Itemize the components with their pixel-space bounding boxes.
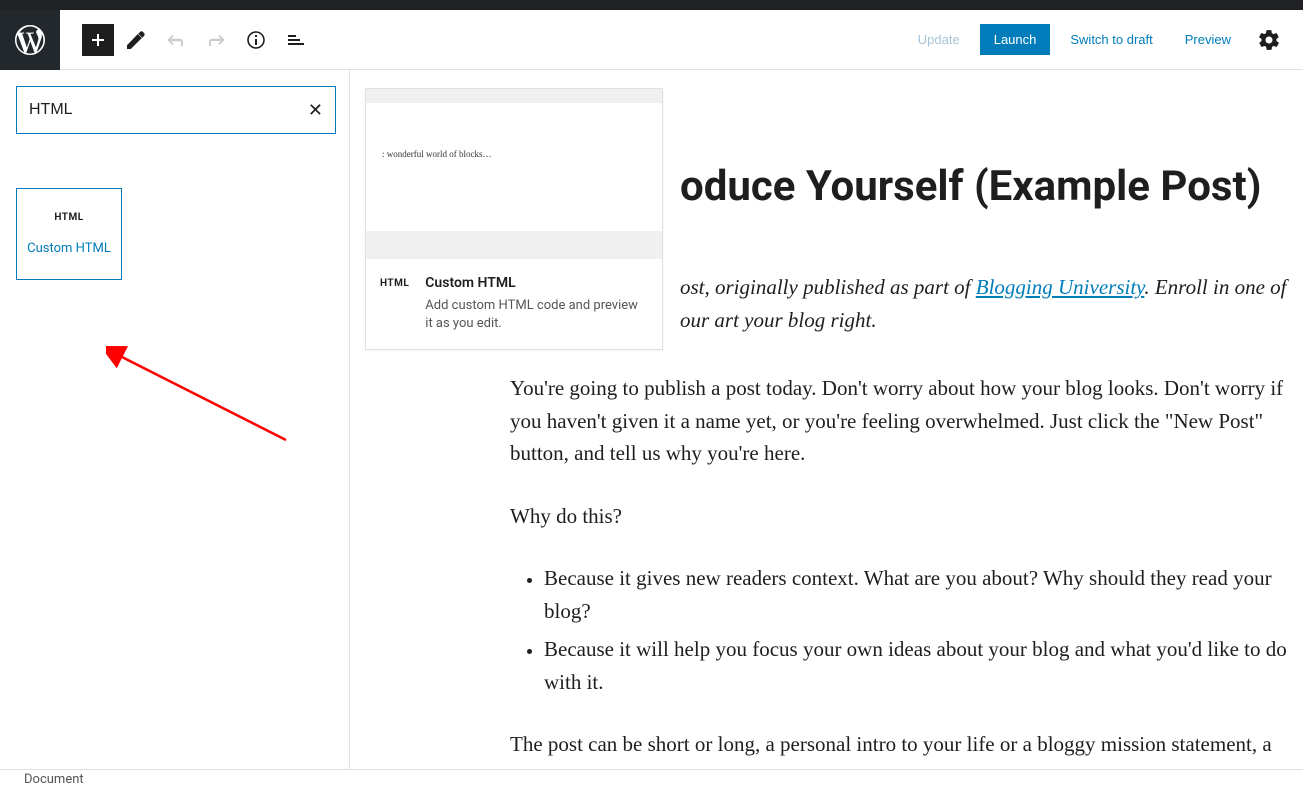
undo-icon xyxy=(164,28,188,52)
post-paragraph[interactable]: You're going to publish a post today. Do… xyxy=(510,372,1303,470)
edit-tool-button[interactable] xyxy=(118,22,154,58)
wordpress-logo-button[interactable] xyxy=(0,10,60,70)
toolbar-left xyxy=(0,10,314,69)
html-icon: HTML xyxy=(380,278,409,289)
footer-label: Document xyxy=(24,772,84,787)
clear-search-icon[interactable]: ✕ xyxy=(308,100,323,121)
redo-icon xyxy=(204,28,228,52)
block-preview-popover: : wonderful world of blocks… HTML Custom… xyxy=(365,88,663,350)
block-search-box[interactable]: ✕ xyxy=(16,86,336,134)
outline-button[interactable] xyxy=(278,22,314,58)
update-button[interactable]: Update xyxy=(906,26,972,53)
preview-body: : wonderful world of blocks… xyxy=(366,103,662,231)
block-inserter-panel: ✕ HTML Custom HTML xyxy=(0,70,350,769)
intro-text: ost, originally published as part of xyxy=(680,275,976,299)
main-area: ✕ HTML Custom HTML : wonderful world of … xyxy=(0,70,1303,769)
info-button[interactable] xyxy=(238,22,274,58)
annotation-arrow xyxy=(106,340,306,464)
plus-icon xyxy=(86,28,110,52)
preview-footer-bar xyxy=(366,231,662,259)
switch-draft-button[interactable]: Switch to draft xyxy=(1058,26,1164,53)
pencil-icon xyxy=(124,28,148,52)
custom-html-block-item[interactable]: HTML Custom HTML xyxy=(16,188,122,280)
redo-button[interactable] xyxy=(198,22,234,58)
preview-description: HTML Custom HTML Add custom HTML code an… xyxy=(366,259,662,349)
html-icon: HTML xyxy=(54,212,83,223)
post-paragraph[interactable]: Why do this? xyxy=(510,500,1303,533)
list-item[interactable]: Because it will help you focus your own … xyxy=(544,633,1303,698)
toolbar-right: Update Launch Switch to draft Preview xyxy=(906,22,1303,58)
gear-icon xyxy=(1257,28,1281,52)
list-item[interactable]: Because it gives new readers context. Wh… xyxy=(544,562,1303,627)
add-block-button[interactable] xyxy=(82,24,114,56)
settings-button[interactable] xyxy=(1251,22,1287,58)
editor-toolbar: Update Launch Switch to draft Preview xyxy=(0,10,1303,70)
preview-button[interactable]: Preview xyxy=(1173,26,1243,53)
block-item-label: Custom HTML xyxy=(27,241,111,256)
preview-header-bar xyxy=(366,89,662,103)
post-paragraph[interactable]: The post can be short or long, a persona… xyxy=(510,728,1303,769)
info-icon xyxy=(244,28,268,52)
blogging-university-link[interactable]: Blogging University xyxy=(976,275,1145,299)
block-search-input[interactable] xyxy=(29,101,308,119)
post-list[interactable]: Because it gives new readers context. Wh… xyxy=(544,562,1303,698)
editor-footer: Document xyxy=(0,769,1303,789)
list-icon xyxy=(284,28,308,52)
preview-desc-text: Add custom HTML code and preview it as y… xyxy=(425,297,648,333)
post-intro[interactable]: ost, originally published as part of Blo… xyxy=(680,271,1303,336)
launch-button[interactable]: Launch xyxy=(980,24,1051,55)
post-title[interactable]: oduce Yourself (Example Post) xyxy=(680,162,1303,211)
wordpress-icon xyxy=(15,25,45,55)
preview-title: Custom HTML xyxy=(425,275,648,291)
browser-chrome-top xyxy=(0,0,1303,10)
editor-canvas[interactable]: : wonderful world of blocks… HTML Custom… xyxy=(350,70,1303,769)
undo-button[interactable] xyxy=(158,22,194,58)
